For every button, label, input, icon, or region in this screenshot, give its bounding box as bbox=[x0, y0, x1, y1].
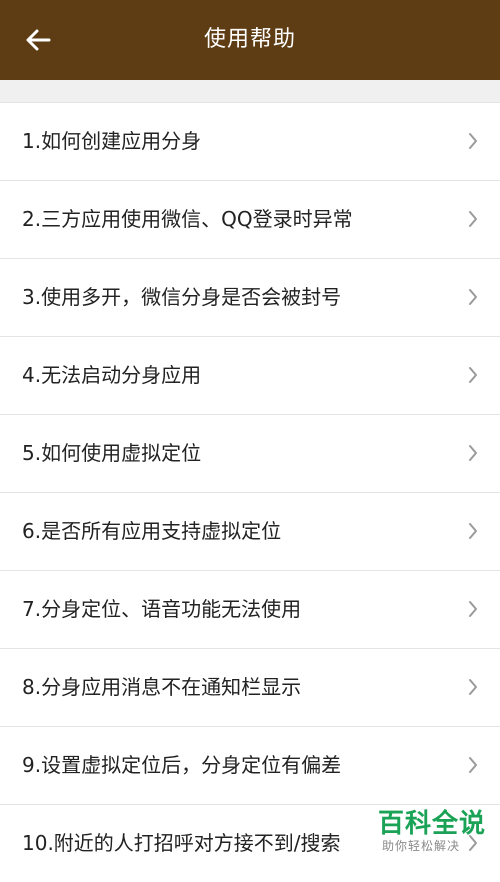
help-item[interactable]: 7.分身定位、语音功能无法使用 bbox=[0, 570, 500, 648]
chevron-right-icon bbox=[469, 133, 477, 149]
chevron-right-icon bbox=[469, 211, 477, 227]
help-item[interactable]: 2.三方应用使用微信、QQ登录时异常 bbox=[0, 180, 500, 258]
help-item-label: 10.附近的人打招呼对方接不到/搜索 bbox=[22, 831, 341, 855]
help-item[interactable]: 3.使用多开，微信分身是否会被封号 bbox=[0, 258, 500, 336]
app-bar: 使用帮助 bbox=[0, 0, 500, 80]
help-item[interactable]: 5.如何使用虚拟定位 bbox=[0, 414, 500, 492]
chevron-right-icon bbox=[469, 289, 477, 305]
help-item-label: 5.如何使用虚拟定位 bbox=[22, 441, 202, 465]
help-item-label: 8.分身应用消息不在通知栏显示 bbox=[22, 675, 302, 699]
help-item-label: 9.设置虚拟定位后，分身定位有偏差 bbox=[22, 753, 342, 777]
chevron-right-icon bbox=[469, 757, 477, 773]
help-item-label: 1.如何创建应用分身 bbox=[22, 129, 202, 153]
page-title: 使用帮助 bbox=[203, 27, 296, 52]
chevron-right-icon bbox=[469, 835, 477, 851]
chevron-right-icon bbox=[469, 445, 477, 461]
help-list: 1.如何创建应用分身 2.三方应用使用微信、QQ登录时异常 3.使用多开，微信分… bbox=[0, 102, 500, 882]
help-item[interactable]: 9.设置虚拟定位后，分身定位有偏差 bbox=[0, 726, 500, 804]
help-item[interactable]: 10.附近的人打招呼对方接不到/搜索 bbox=[0, 804, 500, 882]
help-item-label: 3.使用多开，微信分身是否会被封号 bbox=[22, 285, 342, 309]
chevron-right-icon bbox=[469, 367, 477, 383]
help-item[interactable]: 4.无法启动分身应用 bbox=[0, 336, 500, 414]
help-item-label: 2.三方应用使用微信、QQ登录时异常 bbox=[22, 207, 353, 231]
help-item-label: 6.是否所有应用支持虚拟定位 bbox=[22, 519, 282, 543]
help-item[interactable]: 8.分身应用消息不在通知栏显示 bbox=[0, 648, 500, 726]
chevron-right-icon bbox=[469, 523, 477, 539]
chevron-right-icon bbox=[469, 679, 477, 695]
help-item[interactable]: 6.是否所有应用支持虚拟定位 bbox=[0, 492, 500, 570]
help-item-label: 7.分身定位、语音功能无法使用 bbox=[22, 597, 302, 621]
top-spacer bbox=[0, 80, 500, 102]
chevron-right-icon bbox=[469, 601, 477, 617]
help-item[interactable]: 1.如何创建应用分身 bbox=[0, 102, 500, 180]
help-item-label: 4.无法启动分身应用 bbox=[22, 363, 202, 387]
